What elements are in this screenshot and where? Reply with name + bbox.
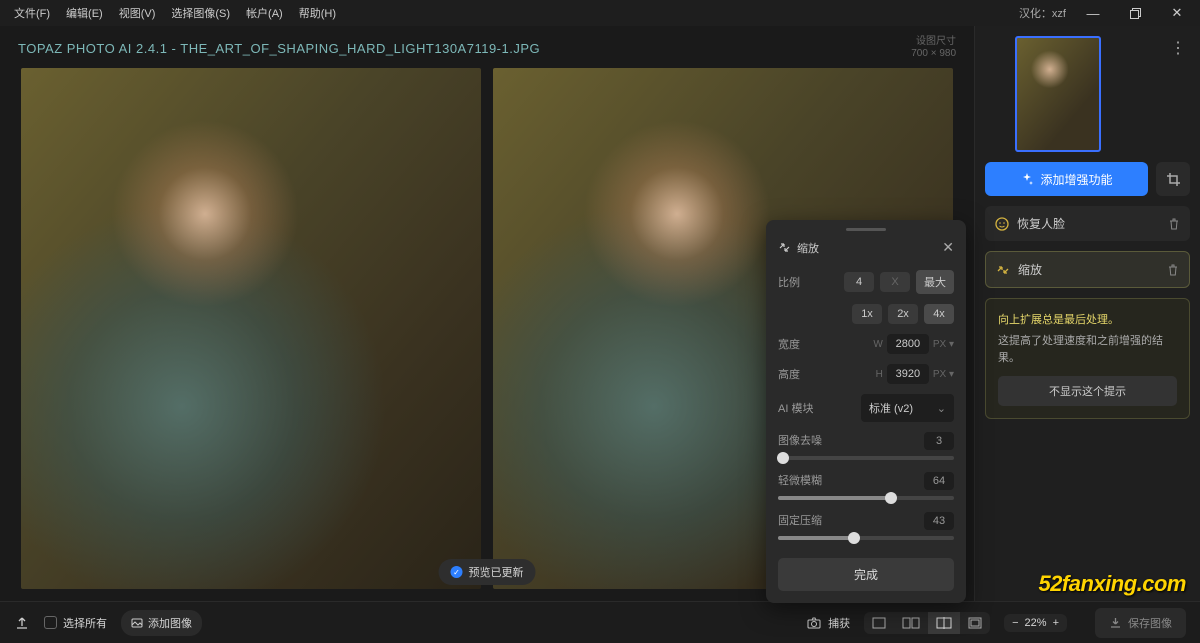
close-icon[interactable]: ✕: [942, 239, 954, 256]
chevron-down-icon: ⌄: [937, 402, 946, 415]
dimension-info: 设图尺寸 700 × 980: [911, 36, 956, 60]
drag-handle[interactable]: [846, 228, 886, 231]
zoom-control: − 22% +: [1004, 614, 1067, 632]
info-title: 向上扩展总是最后处理。: [998, 311, 1177, 327]
height-input[interactable]: 3920: [887, 364, 929, 384]
done-button[interactable]: 完成: [778, 558, 954, 591]
capture-button[interactable]: 捕获: [806, 615, 850, 631]
window-maximize-button[interactable]: [1120, 1, 1150, 25]
menu-edit[interactable]: 编辑(E): [60, 2, 109, 24]
view-split-button[interactable]: [928, 612, 960, 634]
ratio-label: 比例: [778, 274, 838, 290]
add-images-button[interactable]: 添加图像: [121, 610, 202, 636]
slider-2-track[interactable]: [778, 536, 954, 540]
camera-icon: [806, 615, 822, 631]
slider-0-track[interactable]: [778, 456, 954, 460]
ratio-max-button[interactable]: 最大: [916, 270, 954, 294]
download-icon: [1109, 616, 1122, 629]
bottombar: 选择所有 添加图像 捕获 − 22% + 保存图像: [0, 601, 1200, 643]
popup-title: 缩放: [797, 240, 819, 256]
menu-select-image[interactable]: 选择图像(S): [165, 2, 236, 24]
check-icon: ✓: [451, 566, 463, 578]
preview-updated-chip: ✓ 预览已更新: [439, 559, 536, 585]
expand-icon: [778, 241, 791, 254]
crop-button[interactable]: [1156, 162, 1190, 196]
sidebar: ⋮ 添加增强功能 恢复人脸 缩放 向上扩展总是最后处理。: [974, 26, 1200, 601]
info-box: 向上扩展总是最后处理。 这提高了处理速度和之前增强的结果。 不显示这个提示: [985, 298, 1190, 419]
menu-help[interactable]: 帮助(H): [293, 2, 342, 24]
width-label: 宽度: [778, 336, 867, 352]
trash-icon[interactable]: [1168, 218, 1180, 230]
menu-view[interactable]: 视图(V): [113, 2, 162, 24]
menu-file[interactable]: 文件(F): [8, 2, 56, 24]
ratio-x: X: [880, 272, 910, 292]
menubar: 文件(F) 编辑(E) 视图(V) 选择图像(S) 帐户(A) 帮助(H) 汉化…: [0, 0, 1200, 26]
window-minimize-button[interactable]: ―: [1078, 1, 1108, 25]
view-single-button[interactable]: [864, 612, 894, 634]
slider-2-value[interactable]: 43: [924, 512, 954, 530]
thumbnail[interactable]: [1015, 36, 1101, 152]
add-enhancement-button[interactable]: 添加增强功能: [985, 162, 1148, 196]
slider-1: 轻微模糊64: [778, 472, 954, 500]
ratio-value[interactable]: 4: [844, 272, 874, 292]
select-all-checkbox[interactable]: 选择所有: [44, 615, 107, 631]
zoom-value[interactable]: 22%: [1025, 617, 1047, 629]
image-icon: [131, 617, 143, 629]
sidebar-item-face-restore[interactable]: 恢复人脸: [985, 206, 1190, 241]
preset-2x[interactable]: 2x: [888, 304, 918, 324]
slider-0: 图像去噪3: [778, 432, 954, 460]
slider-1-track[interactable]: [778, 496, 954, 500]
save-image-button[interactable]: 保存图像: [1095, 608, 1186, 638]
width-input[interactable]: 2800: [887, 334, 929, 354]
crop-icon: [1166, 172, 1181, 187]
window-close-button[interactable]: ✕: [1162, 1, 1192, 25]
view-overlay-button[interactable]: [960, 612, 990, 634]
height-label: 高度: [778, 366, 870, 382]
dismiss-hint-button[interactable]: 不显示这个提示: [998, 376, 1177, 406]
document-title: TOPAZ PHOTO AI 2.4.1 - THE_ART_OF_SHAPIN…: [18, 41, 540, 56]
menu-account[interactable]: 帐户(A): [240, 2, 289, 24]
slider-0-value[interactable]: 3: [924, 432, 954, 450]
scale-icon: [996, 263, 1010, 277]
more-icon[interactable]: ⋮: [1166, 36, 1190, 60]
export-icon[interactable]: [14, 615, 30, 631]
model-select[interactable]: 标准 (v2)⌄: [861, 394, 954, 422]
sidebar-item-scale[interactable]: 缩放: [985, 251, 1190, 288]
main-area: TOPAZ PHOTO AI 2.4.1 - THE_ART_OF_SHAPIN…: [0, 26, 1200, 601]
sparkle-icon: [1020, 172, 1034, 186]
model-label: AI 模块: [778, 400, 855, 416]
preset-1x[interactable]: 1x: [852, 304, 882, 324]
before-image[interactable]: [21, 68, 481, 589]
preset-4x[interactable]: 4x: [924, 304, 954, 324]
zoom-in-button[interactable]: +: [1053, 617, 1059, 629]
slider-1-value[interactable]: 64: [924, 472, 954, 490]
lang-credit: 汉化：xzf: [1019, 5, 1066, 21]
face-icon: [995, 217, 1009, 231]
trash-icon[interactable]: [1167, 264, 1179, 276]
zoom-out-button[interactable]: −: [1012, 617, 1018, 629]
view-mode-group: [864, 612, 990, 634]
slider-2: 固定压缩43: [778, 512, 954, 540]
scale-popup: 缩放 ✕ 比例 4 X 最大 1x 2x 4x 宽度 W 2800 PX ▾ 高…: [766, 220, 966, 603]
view-side-button[interactable]: [894, 612, 928, 634]
info-body: 这提高了处理速度和之前增强的结果。: [998, 333, 1177, 366]
